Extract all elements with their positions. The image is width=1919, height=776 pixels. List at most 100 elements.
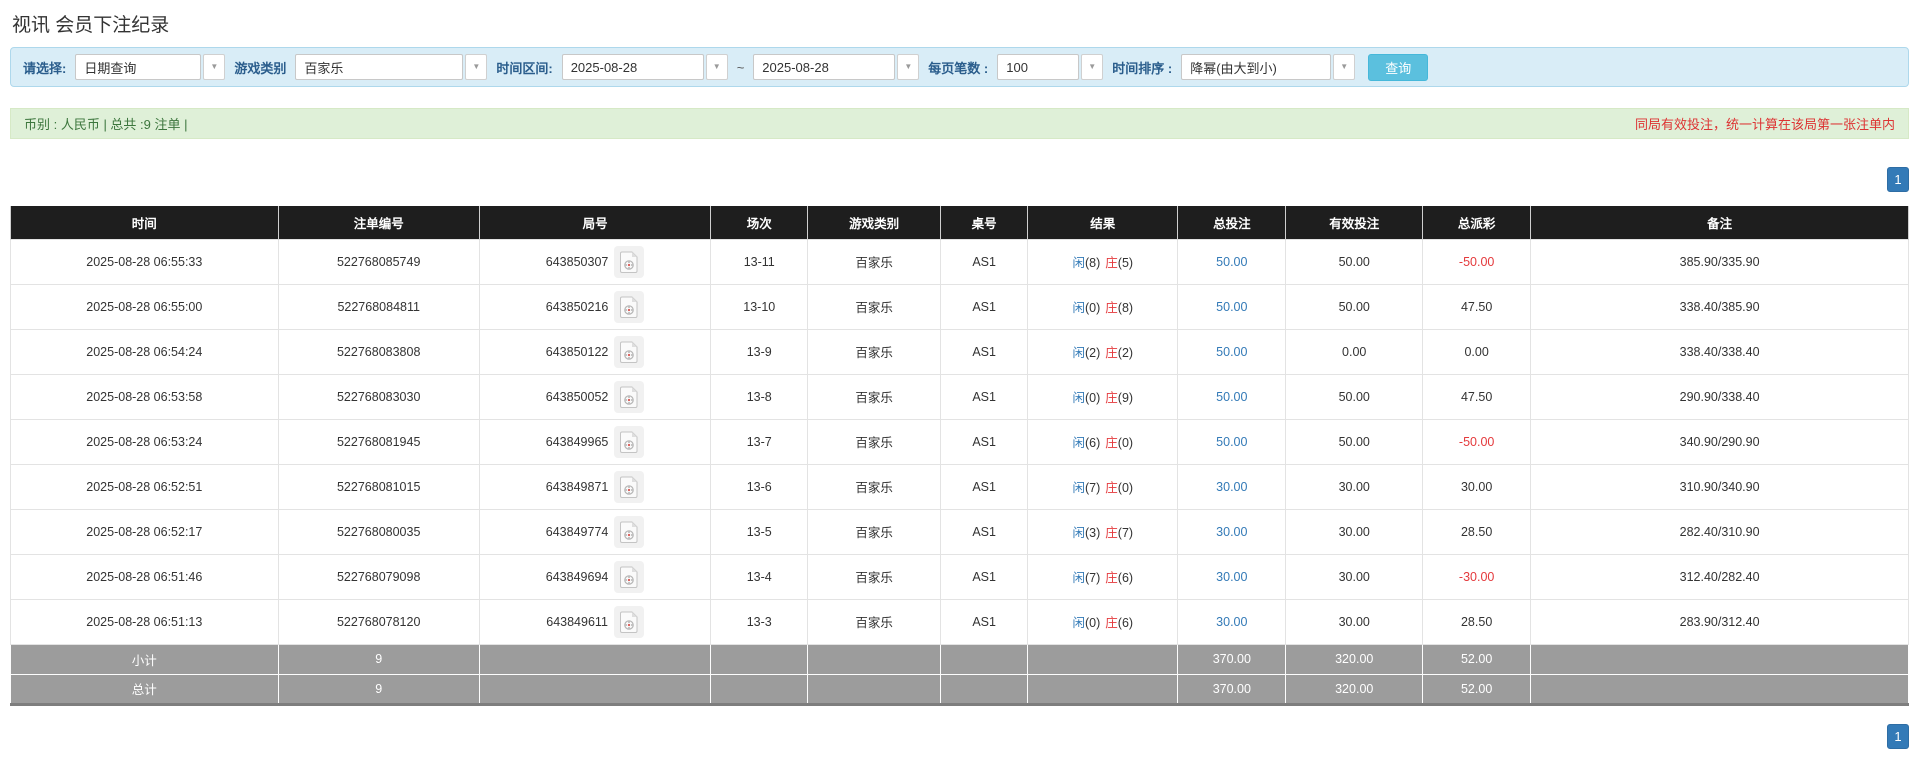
- total-bet-link[interactable]: 30.00: [1216, 480, 1247, 494]
- result-player-count: (0): [1084, 616, 1101, 630]
- cell-session: 13-5: [710, 508, 809, 555]
- cell-session: 13-4: [710, 553, 809, 600]
- video-record-icon[interactable]: [614, 560, 645, 593]
- total-bet-link[interactable]: 30.00: [1216, 570, 1247, 584]
- query-type-select[interactable]: 日期查询 ▼: [75, 54, 226, 80]
- table-row: 2025-08-28 06:51:13 522768078120 6438496…: [10, 598, 1909, 645]
- date-from-caret-button[interactable]: ▼: [705, 54, 728, 80]
- col-payout: 总派彩: [1422, 206, 1532, 239]
- cell-time: 2025-08-28 06:55:33: [10, 238, 279, 285]
- time-sort-select[interactable]: 降幂(由大到小) ▼: [1181, 54, 1356, 80]
- subtotal-valid-bet: 320.00: [1285, 643, 1424, 675]
- table-body: 2025-08-28 06:55:33 522768085749 6438503…: [10, 238, 1909, 645]
- cell-bet-id: 522768078120: [277, 598, 480, 645]
- date-from-select[interactable]: 2025-08-28 ▼: [561, 54, 728, 80]
- currency-summary-text: 币别 : 人民币 | 总共 :9 注单 |: [24, 117, 188, 132]
- game-type-label: 游戏类别: [234, 60, 287, 76]
- video-record-icon[interactable]: [614, 515, 645, 548]
- per-page-select[interactable]: 100 ▼: [997, 54, 1104, 80]
- result-player-count: (2): [1084, 346, 1101, 360]
- per-page-value[interactable]: 100: [997, 54, 1080, 80]
- total-bet-link[interactable]: 30.00: [1216, 525, 1247, 539]
- cell-valid-bet: 30.00: [1285, 508, 1424, 555]
- game-type-caret-button[interactable]: ▼: [465, 54, 488, 80]
- total-count: 9: [277, 673, 480, 706]
- cell-total-bet: 50.00: [1177, 283, 1287, 330]
- cell-bet-id: 522768083808: [277, 328, 480, 375]
- total-bet-link[interactable]: 50.00: [1216, 300, 1247, 314]
- cell-time: 2025-08-28 06:53:58: [10, 373, 279, 420]
- result-player-count: (0): [1084, 301, 1101, 315]
- total-bet-link[interactable]: 30.00: [1216, 615, 1247, 629]
- cell-game-type: 百家乐: [807, 598, 941, 645]
- date-to-caret-button[interactable]: ▼: [897, 54, 920, 80]
- total-bet-link[interactable]: 50.00: [1216, 345, 1247, 359]
- search-button[interactable]: 查询: [1368, 53, 1429, 81]
- per-page-caret-button[interactable]: ▼: [1081, 54, 1104, 80]
- cell-remark: 338.40/385.90: [1530, 283, 1909, 330]
- time-sort-value[interactable]: 降幂(由大到小): [1181, 54, 1332, 80]
- cell-time: 2025-08-28 06:51:13: [10, 598, 279, 645]
- cell-table-no: AS1: [939, 328, 1029, 375]
- total-bet-link[interactable]: 50.00: [1216, 435, 1247, 449]
- cell-session: 13-7: [710, 418, 809, 465]
- filter-bar: 请选择: 日期查询 ▼ 游戏类别 百家乐 ▼ 时间区间: 2025-08-28 …: [10, 47, 1909, 87]
- game-type-value[interactable]: 百家乐: [295, 54, 464, 80]
- cell-result: 闲(2) 庄(2): [1027, 328, 1179, 375]
- cell-payout: 47.50: [1422, 283, 1532, 330]
- query-type-value[interactable]: 日期查询: [75, 54, 202, 80]
- video-record-icon[interactable]: [614, 470, 645, 503]
- video-record-icon[interactable]: [613, 605, 644, 638]
- date-range-label: 时间区间:: [496, 60, 553, 76]
- result-banker-label: 庄: [1105, 391, 1118, 405]
- result-banker-count: (6): [1117, 571, 1134, 585]
- cell-valid-bet: 50.00: [1285, 418, 1424, 465]
- valid-bet-note: 同局有效投注，统一计算在该局第一张注单内: [1634, 117, 1895, 132]
- game-type-select[interactable]: 百家乐 ▼: [295, 54, 488, 80]
- pagination-bottom: 1: [10, 723, 1909, 749]
- cell-remark: 290.90/338.40: [1530, 373, 1909, 420]
- date-from-value[interactable]: 2025-08-28: [561, 54, 704, 80]
- cell-game-type: 百家乐: [807, 283, 941, 330]
- cell-result: 闲(7) 庄(6): [1027, 553, 1179, 600]
- video-record-icon[interactable]: [614, 380, 645, 413]
- cell-total-bet: 50.00: [1177, 418, 1287, 465]
- video-record-icon[interactable]: [614, 335, 645, 368]
- total-bet-link[interactable]: 50.00: [1216, 255, 1247, 269]
- result-player-count: (0): [1084, 391, 1101, 405]
- cell-remark: 340.90/290.90: [1530, 418, 1909, 465]
- cell-valid-bet: 30.00: [1285, 553, 1424, 600]
- cell-remark: 282.40/310.90: [1530, 508, 1909, 555]
- cell-bet-id: 522768085749: [277, 238, 480, 285]
- cell-bet-id: 522768081015: [277, 463, 480, 510]
- cell-payout: -50.00: [1422, 238, 1532, 285]
- video-record-icon[interactable]: [614, 245, 645, 278]
- video-record-icon[interactable]: [614, 425, 645, 458]
- page-1-button[interactable]: 1: [1887, 167, 1909, 192]
- result-player-count: (3): [1084, 526, 1101, 540]
- page-1-button[interactable]: 1: [1887, 723, 1909, 749]
- cell-time: 2025-08-28 06:53:24: [10, 418, 279, 465]
- video-record-icon[interactable]: [614, 290, 645, 323]
- query-type-caret-button[interactable]: ▼: [203, 54, 226, 80]
- result-player-count: (7): [1084, 571, 1101, 585]
- col-total-bet: 总投注: [1177, 206, 1287, 239]
- time-sort-caret-button[interactable]: ▼: [1333, 54, 1356, 80]
- cell-total-bet: 50.00: [1177, 373, 1287, 420]
- chevron-down-icon: ▼: [1340, 62, 1349, 71]
- date-to-value[interactable]: 2025-08-28: [753, 54, 896, 80]
- cell-session: 13-9: [710, 328, 809, 375]
- cell-total-bet: 30.00: [1177, 463, 1287, 510]
- cell-round-id: 643850216: [478, 283, 712, 330]
- cell-game-type: 百家乐: [807, 238, 941, 285]
- result-player-count: (6): [1084, 436, 1101, 450]
- result-banker-label: 庄: [1105, 526, 1118, 540]
- table-row: 2025-08-28 06:51:46 522768079098 6438496…: [10, 553, 1909, 600]
- result-banker-count: (9): [1117, 391, 1134, 405]
- date-to-select[interactable]: 2025-08-28 ▼: [753, 54, 920, 80]
- cell-payout: -30.00: [1422, 553, 1532, 600]
- total-bet-link[interactable]: 50.00: [1216, 390, 1247, 404]
- table-row: 2025-08-28 06:52:51 522768081015 6438498…: [10, 463, 1909, 510]
- round-id-value: 643849694: [545, 569, 609, 584]
- cell-remark: 385.90/335.90: [1530, 238, 1909, 285]
